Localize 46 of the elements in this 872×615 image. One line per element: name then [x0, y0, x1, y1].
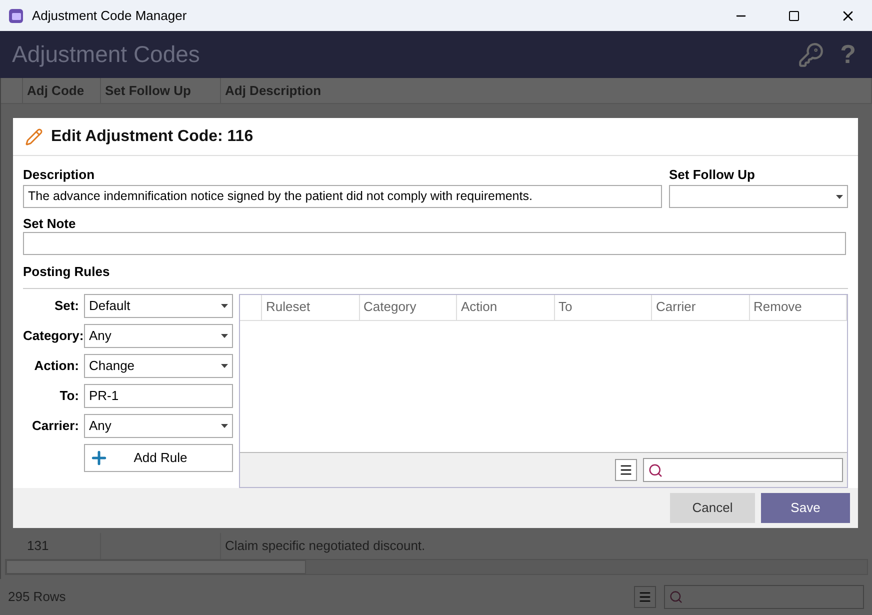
rule-dropdown[interactable]: Any — [84, 414, 233, 438]
column-header[interactable]: Action — [457, 294, 554, 320]
app-icon — [8, 8, 24, 24]
pencil-icon — [25, 128, 43, 146]
page-title: Adjustment Codes — [12, 40, 200, 70]
follow-up-dropdown[interactable] — [669, 185, 848, 208]
field-label: Action: — [33, 356, 79, 375]
note-field[interactable] — [23, 232, 846, 255]
maximize-icon[interactable] — [788, 10, 800, 22]
caret-icon — [221, 424, 228, 428]
keys-icon[interactable] — [798, 42, 824, 68]
search-field[interactable] — [664, 585, 864, 609]
menu-button[interactable] — [615, 459, 637, 481]
menu-icon — [619, 463, 633, 477]
rule-dropdown[interactable]: Change — [84, 354, 233, 378]
search-icon — [669, 590, 683, 604]
caret-icon — [221, 364, 228, 368]
rule-text-field[interactable]: PR-1 — [84, 384, 233, 408]
search-icon — [648, 462, 663, 478]
add-rule-button[interactable]: Add Rule — [84, 444, 233, 472]
caret-icon — [836, 194, 843, 198]
rule-dropdown[interactable]: Any — [84, 324, 233, 348]
row-count: 295 Rows — [8, 588, 66, 606]
search-field[interactable] — [643, 458, 843, 482]
window-title: Adjustment Code Manager — [32, 6, 187, 25]
column-header[interactable]: Category — [360, 294, 457, 320]
section-title: Posting Rules — [23, 262, 848, 288]
field-label: Set Follow Up — [669, 166, 756, 184]
column-header[interactable]: Remove — [750, 294, 847, 320]
column-header[interactable]: Ruleset — [262, 294, 360, 320]
column-header[interactable]: To — [554, 294, 652, 320]
field-label: Set: — [53, 296, 79, 315]
dialog-title: Edit Adjustment Code: 116 — [51, 126, 254, 146]
save-button[interactable]: Save — [761, 493, 850, 523]
description-field[interactable]: The advance indemnification notice signed by the patient did not comply with requirements. — [23, 185, 662, 208]
rule-dropdown[interactable]: Default — [84, 294, 233, 318]
field-label: Set Note — [23, 215, 77, 232]
caret-icon — [221, 334, 228, 338]
field-label: Carrier: — [31, 416, 79, 435]
column-header[interactable]: Carrier — [652, 294, 750, 320]
caret-icon — [221, 304, 228, 308]
field-label: To: — [58, 386, 79, 405]
cancel-button[interactable]: Cancel — [670, 493, 755, 523]
field-label: Description — [23, 166, 96, 184]
menu-icon — [638, 590, 652, 604]
table-cell-text: Claim specific negotiated discount. — [224, 537, 426, 556]
